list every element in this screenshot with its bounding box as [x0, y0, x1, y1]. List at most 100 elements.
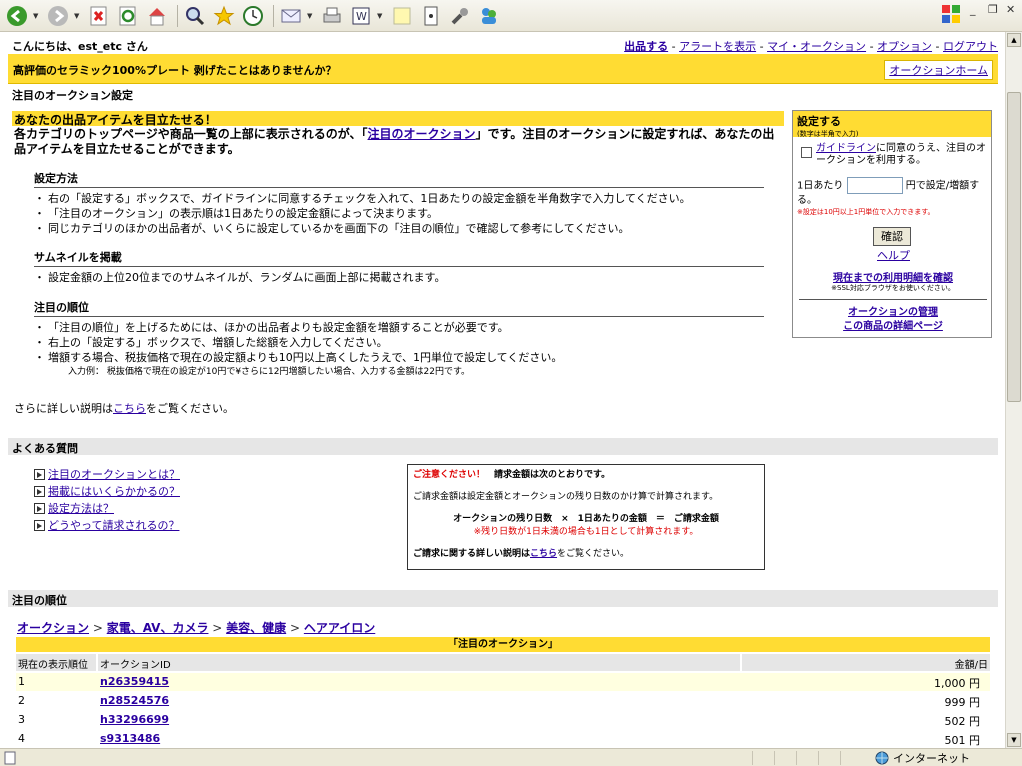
mail-dropdown-icon[interactable]: ▼	[307, 12, 315, 20]
faq-link[interactable]: 掲載にはいくらかかるの？	[48, 483, 180, 500]
scroll-down-icon[interactable]: ▼	[1007, 733, 1021, 747]
auction-id-link[interactable]: n26359415	[100, 675, 169, 688]
scroll-thumb[interactable]	[1007, 92, 1021, 402]
status-cell	[774, 750, 794, 765]
tools-icon	[451, 7, 468, 24]
status-cell	[796, 750, 816, 765]
options-link[interactable]: オプション	[877, 40, 932, 53]
faq-link[interactable]: 設定方法は？	[48, 500, 114, 517]
tools-button[interactable]	[447, 3, 473, 29]
breadcrumb-item[interactable]: 美容、健康	[226, 621, 286, 635]
auction-home-link[interactable]: オークションホーム	[884, 60, 993, 80]
vertical-scrollbar[interactable]: ▲ ▼	[1005, 32, 1022, 748]
section-heading: サムネイルを掲載	[34, 249, 764, 267]
more-info-link[interactable]: こちら	[113, 402, 146, 415]
page-title: 注目のオークション設定	[12, 89, 133, 102]
stop-icon	[90, 6, 107, 25]
section-heading: 設定方法	[34, 170, 764, 188]
help-link[interactable]: ヘルプ	[877, 247, 910, 263]
statement-row: 現在までの利用明細を確認	[793, 269, 993, 284]
breadcrumb-item[interactable]: ヘアアイロン	[304, 621, 375, 635]
messenger-button[interactable]	[476, 3, 502, 29]
edit-dropdown-icon[interactable]: ▼	[377, 12, 385, 20]
column-header-rank: 現在の表示順位	[16, 654, 96, 671]
faq-item: 設定方法は？	[34, 500, 180, 517]
my-auction-link[interactable]: マイ・オークション	[767, 40, 866, 53]
auction-id-link[interactable]: s9313486	[100, 732, 160, 745]
confirm-button[interactable]: 確認	[873, 227, 911, 246]
column-header-amount: 金額/日	[742, 654, 990, 671]
agree-checkbox[interactable]	[801, 147, 812, 158]
forward-button[interactable]	[45, 3, 71, 29]
research-button[interactable]	[418, 3, 444, 29]
breadcrumb-item[interactable]: オークション	[17, 621, 89, 635]
list-item: 増額する場合、税抜価格で現在の設定額よりも10円以上高くしたうえで、1円単位で設…	[34, 350, 764, 365]
scroll-up-icon[interactable]: ▲	[1007, 33, 1021, 47]
print-button[interactable]	[319, 3, 345, 29]
intro-text: 各カテゴリのトップページや商品一覧の上部に表示されるのが、「注目のオークション」…	[14, 127, 784, 157]
logout-link[interactable]: ログアウト	[943, 40, 998, 53]
list-item: 「注目の順位」を上げるためには、ほかの出品者よりも設定金額を増額することが必要で…	[34, 320, 764, 335]
input-example-note: 入力例： 税抜価格で現在の設定が10円で¥さらに12円増額したい場合、入力する金…	[68, 367, 471, 377]
minimize-icon[interactable]: _	[970, 3, 976, 16]
back-button[interactable]	[4, 3, 30, 29]
alerts-link[interactable]: アラートを表示	[679, 40, 756, 53]
ranking-heading: 注目の順位	[8, 590, 998, 607]
featured-auction-link[interactable]: 注目のオークション	[368, 127, 476, 141]
home-button[interactable]	[144, 3, 170, 29]
sell-link[interactable]: 出品する	[624, 40, 668, 53]
section-thumbnail: サムネイルを掲載 設定金額の上位20位までのサムネイルが、ランダムに画面上部に掲…	[34, 249, 764, 285]
table-row: 1 n26359415 1,000 円	[16, 673, 990, 691]
auction-manage-link[interactable]: オークションの管理	[848, 307, 938, 318]
auction-id-link[interactable]: n28524576	[100, 694, 169, 707]
messenger-icon	[482, 7, 496, 24]
toolbar-separator	[273, 4, 274, 27]
promo-text[interactable]: 高評価のセラミック100%プレート 剥げたことはありませんか？	[13, 62, 336, 78]
guideline-link[interactable]: ガイドライン	[816, 143, 876, 154]
arrow-box-icon	[34, 469, 45, 480]
item-detail-link[interactable]: この商品の詳細ページ	[843, 321, 943, 332]
forward-dropdown-icon[interactable]: ▼	[74, 12, 82, 20]
billing-notice: ご注意ください！ 請求金額は次のとおりです。 ご請求金額は設定金額とオークション…	[407, 464, 765, 570]
list-item: 「注目のオークション」の表示順は1日あたりの設定金額によって決まります。	[34, 206, 764, 221]
list-item: 設定金額の上位20位までのサムネイルが、ランダムに画面上部に掲載されます。	[34, 270, 764, 285]
mail-button[interactable]	[278, 3, 304, 29]
billing-formula: オークションの残り日数 × 1日あたりの金額 ＝ ご請求金額	[453, 514, 719, 524]
more-text-before: さらに詳しい説明は	[14, 402, 113, 415]
svg-text:W: W	[356, 10, 367, 23]
amount-cell: 1,000 円	[934, 677, 980, 690]
search-button[interactable]	[182, 3, 208, 29]
history-icon	[243, 5, 263, 26]
edit-button[interactable]: W	[348, 3, 374, 29]
faq-item: どうやって請求されるの？	[34, 517, 180, 534]
faq-link[interactable]: 注目のオークションとは？	[48, 466, 180, 483]
breadcrumb-item[interactable]: 家電、AV、カメラ	[107, 621, 209, 635]
amount-cell: 501 円	[944, 734, 981, 747]
search-icon	[186, 6, 205, 25]
discuss-button[interactable]	[389, 3, 415, 29]
windows-logo-icon	[942, 5, 960, 23]
mail-icon	[281, 9, 301, 22]
restore-icon[interactable]: ❐	[988, 3, 998, 16]
close-icon[interactable]: ✕	[1006, 3, 1015, 16]
list-item: 右上の「設定する」ボックスで、増額した総額を入力してください。	[34, 335, 764, 350]
amount-input[interactable]	[846, 177, 903, 194]
top-links: 出品する - アラートを表示 - マイ・オークション - オプション - ログア…	[624, 40, 998, 53]
home-icon	[149, 7, 165, 25]
refresh-button[interactable]	[115, 3, 141, 29]
auction-id-link[interactable]: h33296699	[100, 713, 169, 726]
greeting: こんにちは、est_etc さん	[12, 40, 148, 53]
rank-cell: 2	[18, 694, 25, 707]
faq-link[interactable]: どうやって請求されるの？	[48, 517, 179, 534]
amount-row: 1日あたり 円で設定/増額する。	[797, 177, 989, 207]
table-row: 4 s9313486 501 円	[16, 730, 990, 748]
back-dropdown-icon[interactable]: ▼	[33, 12, 41, 20]
promo-banner: 高評価のセラミック100%プレート 剥げたことはありませんか？ オークションホー…	[8, 54, 998, 84]
favorites-button[interactable]	[211, 3, 237, 29]
table-title: 「注目のオークション」	[16, 637, 990, 652]
section-heading: 注目の順位	[34, 299, 764, 317]
history-button[interactable]	[240, 3, 266, 29]
more-info: さらに詳しい説明はこちらをご覧ください。	[14, 400, 234, 416]
stop-button[interactable]	[86, 3, 112, 29]
billing-detail-link[interactable]: こちら	[530, 549, 557, 559]
